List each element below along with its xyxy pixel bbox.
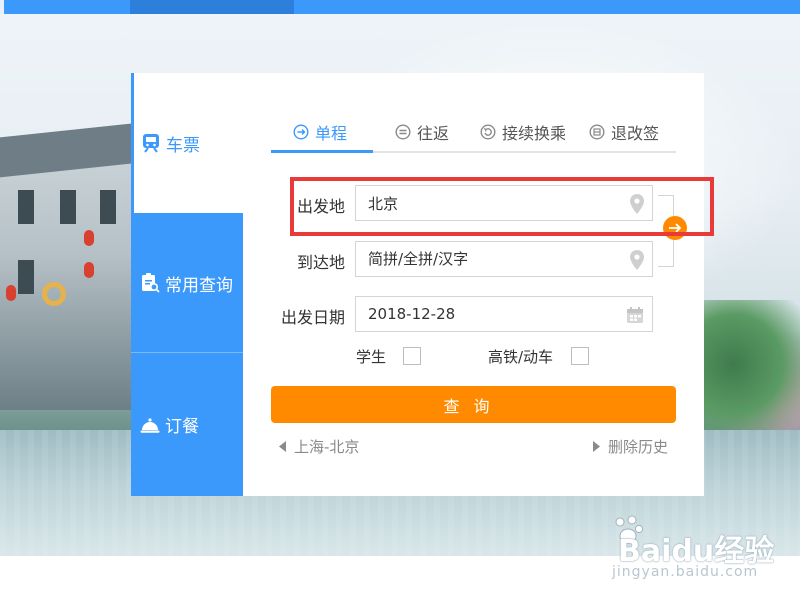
triangle-right-icon (593, 441, 600, 452)
food-cloche-icon (139, 414, 161, 436)
student-checkbox[interactable] (403, 347, 421, 365)
sidenav-item-ticket[interactable]: 车票 (131, 73, 243, 213)
departure-date-label: 出发日期 (281, 308, 346, 327)
departure-field[interactable] (355, 185, 653, 221)
active-tab-underline (271, 150, 373, 153)
tab-one-way-label: 单程 (315, 124, 348, 143)
clear-history-link[interactable]: 删除历史 (593, 436, 668, 457)
return-circle-icon (395, 124, 411, 140)
departure-date-input[interactable] (356, 297, 652, 331)
house-window (18, 190, 34, 224)
top-bar-active-segment[interactable] (130, 0, 294, 14)
sidenav-ticket-label: 车票 (166, 135, 200, 156)
high-speed-label: 高铁/动车 (488, 348, 554, 366)
sidenav-item-common-query[interactable]: 常用查询 (131, 213, 243, 353)
watermark-url: jingyan.baidu.com (612, 564, 759, 580)
red-lantern-icon (84, 262, 94, 278)
triangle-left-icon (279, 441, 286, 452)
tab-round-trip[interactable]: 往返 (395, 113, 449, 151)
house-window (18, 260, 34, 294)
search-button[interactable]: 查询 (271, 386, 676, 423)
tab-one-way[interactable]: 单程 (293, 113, 347, 151)
recent-search-link[interactable]: 上海-北京 (279, 436, 359, 457)
tab-transfer-label: 接续换乘 (502, 124, 567, 143)
house-window (100, 190, 116, 224)
life-buoy-icon (42, 282, 66, 306)
calendar-icon[interactable] (626, 306, 644, 324)
riverside-house (0, 121, 150, 410)
clear-history-label: 删除历史 (608, 438, 669, 456)
sidenav-query-label: 常用查询 (165, 275, 233, 296)
location-pin-icon[interactable] (630, 194, 644, 214)
departure-input[interactable] (356, 186, 652, 220)
arrival-input[interactable] (356, 242, 652, 276)
arrival-label: 到达地 (297, 253, 346, 272)
top-bar (0, 0, 800, 14)
ticket-search-widget: 车票 常用查询 订餐 单程 往返 接续换乘 退改签 出发地 北京 到达地 简拼/… (131, 73, 714, 496)
tab-refund-change-label: 退改签 (611, 124, 660, 143)
clipboard-search-icon (139, 272, 161, 294)
red-lantern-icon (6, 285, 16, 301)
refund-circle-icon (589, 124, 605, 140)
baidu-jingyan-watermark: Baidu经验 jingyan.baidu.com (608, 512, 798, 596)
high-speed-checkbox[interactable] (571, 347, 589, 365)
tab-transfer[interactable]: 接续换乘 (480, 113, 566, 151)
sidenav-meal-label: 订餐 (165, 417, 199, 437)
trip-type-tabs: 单程 往返 接续换乘 退改签 (271, 113, 676, 153)
location-pin-icon[interactable] (630, 250, 644, 270)
tab-refund-change[interactable]: 退改签 (589, 113, 659, 151)
arrow-circle-icon (293, 124, 309, 140)
swap-arrow-icon (669, 223, 682, 233)
side-nav: 车票 常用查询 订餐 (131, 73, 243, 496)
house-roof (0, 121, 150, 179)
student-label: 学生 (356, 348, 387, 366)
train-icon (140, 132, 162, 154)
departure-label: 出发地 (297, 197, 346, 216)
departure-date-field[interactable] (355, 296, 653, 332)
recent-search-label: 上海-北京 (294, 438, 360, 456)
tab-round-trip-label: 往返 (417, 124, 450, 143)
swap-stations-button[interactable] (663, 216, 687, 240)
top-bar-edge (0, 0, 4, 14)
house-window (60, 190, 76, 224)
arrival-field[interactable] (355, 241, 653, 277)
sidenav-item-meal[interactable]: 订餐 (131, 353, 243, 496)
transfer-circle-icon (480, 124, 496, 140)
red-lantern-icon (84, 230, 94, 246)
